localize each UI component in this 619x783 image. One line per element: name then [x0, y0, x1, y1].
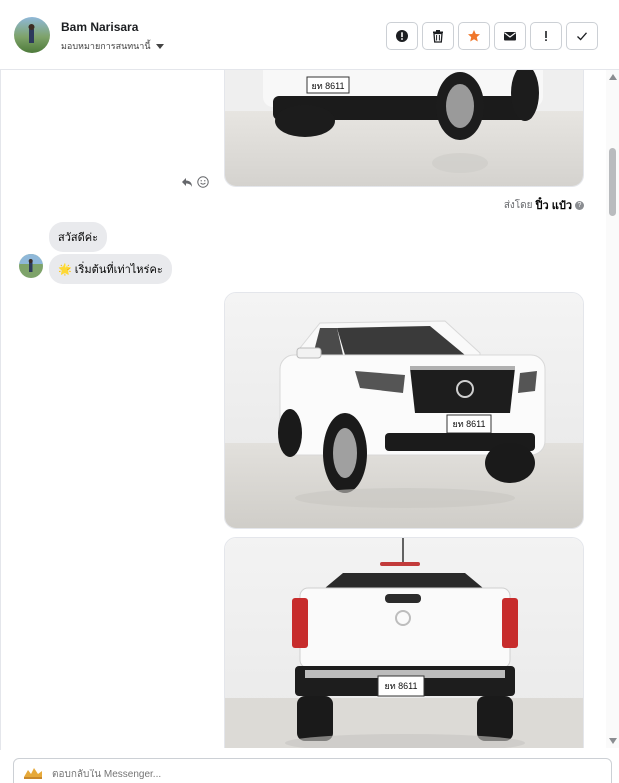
mark-spam-button[interactable]: [386, 22, 418, 50]
help-icon[interactable]: ?: [575, 200, 584, 210]
alert-circle-icon: [396, 30, 408, 42]
incoming-message-1[interactable]: สวัสดีค่ะ: [49, 222, 108, 252]
star-icon: [468, 30, 480, 42]
reply-composer: [13, 758, 612, 783]
sent-by-label: ส่งโดย ปิ๋ว แป๋ว ?: [504, 196, 584, 214]
message-reactions-bar: [181, 176, 209, 188]
header-actions: [386, 22, 598, 50]
contact-avatar[interactable]: [14, 17, 50, 53]
message-list[interactable]: ยท 8611 ส่งโดย ปิ๋ว แป๋ว ? สวัสดีค่ะ 🌟 เ…: [0, 70, 606, 748]
message-image-truck-rear[interactable]: ยท 8611: [224, 537, 584, 748]
delete-button[interactable]: [422, 22, 454, 50]
envelope-icon: [504, 32, 516, 41]
message-image-truck-front-lower[interactable]: ยท 8611: [224, 70, 584, 187]
sent-by-prefix: ส่งโดย: [503, 199, 533, 211]
contact-name[interactable]: Bam Narisara: [61, 20, 138, 34]
assign-conversation-dropdown[interactable]: มอบหมายการสนทนานี้: [61, 39, 164, 53]
scroll-down-arrow-icon[interactable]: [609, 738, 617, 744]
scroll-up-arrow-icon[interactable]: [609, 74, 617, 80]
sent-by-name[interactable]: ปิ๋ว แป๋ว: [536, 196, 572, 214]
svg-text:ยท 8611: ยท 8611: [452, 419, 485, 429]
trash-icon: [433, 30, 443, 43]
follow-up-button[interactable]: [530, 22, 562, 50]
mark-unread-button[interactable]: [494, 22, 526, 50]
svg-text:ยท 8611: ยท 8611: [384, 681, 417, 691]
assign-label: มอบหมายการสนทนานี้: [61, 41, 151, 51]
checkmark-icon: [577, 32, 587, 41]
mark-done-button[interactable]: [566, 22, 598, 50]
star-button[interactable]: [458, 22, 490, 50]
caret-down-icon: [155, 43, 164, 49]
page-logo-icon: [24, 768, 42, 779]
svg-text:ยท 8611: ยท 8611: [311, 81, 344, 91]
reply-input[interactable]: [52, 769, 452, 780]
truck-photo: ยท 8611: [225, 293, 583, 528]
inbox-conversation-pane: Bam Narisara มอบหมายการสนทนานี้ ยท 8611 …: [0, 0, 619, 783]
truck-photo: ยท 8611: [225, 70, 583, 186]
message-text: สวัสดีค่ะ: [58, 232, 99, 244]
message-image-truck-front[interactable]: ยท 8611: [224, 292, 584, 529]
reply-icon[interactable]: [181, 176, 193, 188]
conversation-header: Bam Narisara มอบหมายการสนทนานี้: [0, 0, 619, 70]
message-scrollbar[interactable]: [606, 70, 619, 748]
message-text: 🌟 เริ่มต้นที่เท่าไหร่คะ: [58, 264, 163, 276]
truck-photo: ยท 8611: [225, 538, 583, 748]
exclamation-icon: [545, 31, 547, 41]
incoming-message-2[interactable]: 🌟 เริ่มต้นที่เท่าไหร่คะ: [49, 254, 172, 284]
sender-avatar[interactable]: [19, 254, 43, 278]
scrollbar-thumb[interactable]: [609, 148, 616, 216]
emoji-reaction-icon[interactable]: [197, 176, 209, 188]
